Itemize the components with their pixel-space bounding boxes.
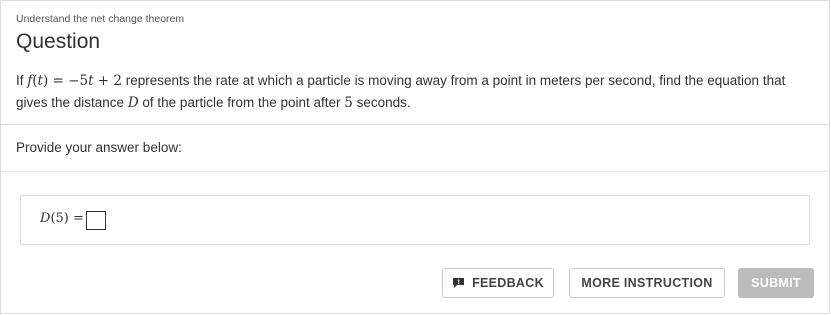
- answer-input[interactable]: [86, 211, 106, 230]
- feedback-icon: [452, 277, 465, 289]
- submit-button[interactable]: SUBMIT: [738, 268, 814, 298]
- topic-label: Understand the net change theorem: [16, 13, 185, 25]
- submit-button-label: SUBMIT: [751, 276, 801, 290]
- feedback-button-label: FEEDBACK: [472, 276, 544, 290]
- math-equals-minus5: = −5: [48, 73, 89, 89]
- page-title: Question: [16, 30, 101, 53]
- math-plus2: + 2: [93, 73, 122, 89]
- answer-label-d: D: [40, 211, 51, 226]
- divider: [1, 171, 830, 172]
- answer-label: D(5) =: [40, 211, 84, 226]
- question-text: If f(t) = −5t + 2 represents the rate at…: [16, 70, 816, 114]
- question-panel: Understand the net change theorem Questi…: [0, 0, 830, 314]
- more-instruction-button-label: MORE INSTRUCTION: [581, 276, 713, 290]
- math-D: D: [127, 95, 139, 111]
- feedback-button[interactable]: FEEDBACK: [442, 268, 554, 298]
- question-text-part: If: [16, 73, 28, 88]
- answer-label-rest: (5) =: [50, 211, 84, 226]
- answer-box: D(5) =: [20, 195, 810, 245]
- math-5: 5: [344, 95, 353, 111]
- divider: [1, 124, 830, 125]
- answer-prompt: Provide your answer below:: [16, 140, 182, 155]
- question-text-part: seconds.: [352, 95, 411, 110]
- question-text-part: of the particle from the point after: [138, 95, 345, 110]
- more-instruction-button[interactable]: MORE INSTRUCTION: [569, 268, 725, 298]
